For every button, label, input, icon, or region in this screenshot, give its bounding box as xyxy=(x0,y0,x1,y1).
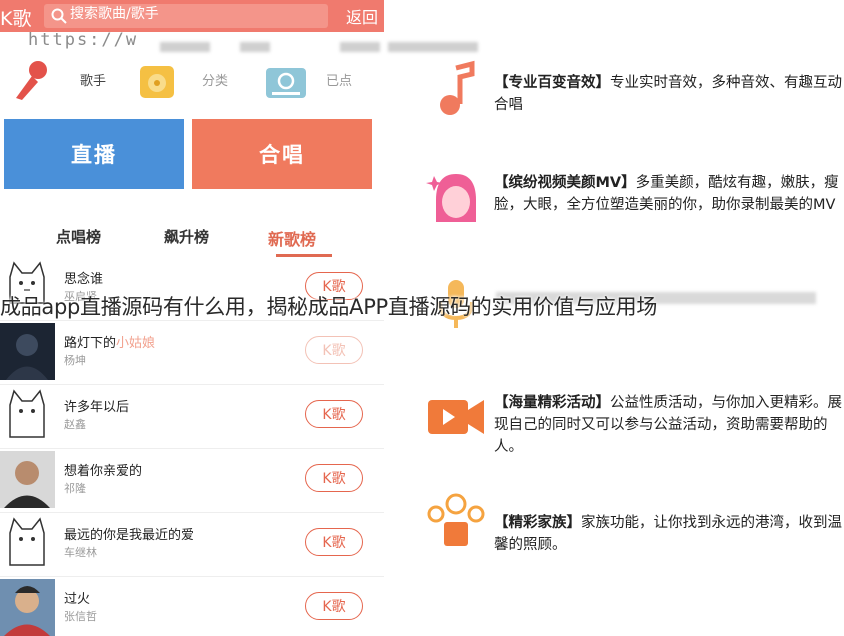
category-queued[interactable]: 已点 xyxy=(254,52,352,108)
category-label: 已点 xyxy=(326,74,353,89)
blur-bar xyxy=(388,42,478,52)
song-row[interactable]: 最远的你是我最近的爱 车继林 K歌 xyxy=(0,512,384,577)
k-song-button[interactable]: K歌 xyxy=(305,592,363,620)
song-title: 最远的你是我最近的爱 xyxy=(64,528,195,543)
singer-name: 杨坤 xyxy=(64,354,86,367)
k-song-button[interactable]: K歌 xyxy=(305,464,363,492)
singer-name: 张信哲 xyxy=(64,610,97,623)
cat-avatar xyxy=(0,387,55,444)
radio-icon xyxy=(266,68,306,98)
singer-name: 祁隆 xyxy=(64,482,86,495)
song-title: 想着你亲爱的 xyxy=(64,464,143,479)
feature-sound-effects: 【专业百变音效】专业实时音效，多种音效、有趣互动合唱 xyxy=(494,72,844,116)
feature-title: 【缤纷视频美颜MV】 xyxy=(494,175,636,191)
microphone-icon xyxy=(16,61,47,100)
vinyl-record-icon xyxy=(140,66,174,98)
feature-title: 【海量精彩活动】 xyxy=(494,395,610,411)
music-note-icon xyxy=(440,60,475,115)
category-singer[interactable]: 歌手 xyxy=(0,52,106,108)
song-row[interactable]: 路灯下的小姑娘 杨坤 K歌 xyxy=(0,320,384,385)
category-label: 歌手 xyxy=(80,74,107,89)
beauty-face-icon xyxy=(426,174,476,222)
song-title: 过火 xyxy=(64,592,91,607)
category-label: 分类 xyxy=(202,74,229,89)
category-genre[interactable]: 分类 xyxy=(130,52,228,108)
song-title: 许多年以后 xyxy=(64,400,130,415)
song-title: 思念谁 xyxy=(64,272,104,287)
search-icon xyxy=(51,8,67,24)
chart-tabs: 点唱榜 飙升榜 新歌榜 xyxy=(0,216,384,258)
tab-rising-chart[interactable]: 飙升榜 xyxy=(164,226,209,247)
feature-video-beauty: 【缤纷视频美颜MV】多重美颜，酷炫有趣，嫩肤，瘦脸，大眼，全方位塑造美丽的你，助… xyxy=(494,172,844,216)
blur-bar xyxy=(160,42,210,52)
live-button[interactable]: 直播 xyxy=(4,119,184,189)
back-button[interactable]: 返回 xyxy=(346,4,378,28)
k-song-button[interactable]: K歌 xyxy=(305,336,363,364)
tab-new-songs[interactable]: 新歌榜 xyxy=(268,226,316,250)
top-bar: K歌 返回 xyxy=(0,0,384,32)
feature-family: 【精彩家族】家族功能，让你找到永远的港湾，收到温馨的照顾。 xyxy=(494,512,844,556)
singer-avatar xyxy=(0,323,55,380)
search-box[interactable] xyxy=(44,4,328,28)
family-group-icon xyxy=(427,493,485,546)
article-title-overlay: 成品app直播源码有什么用，揭秘成品APP直播源码的实用价值与应用场 xyxy=(0,295,658,319)
feature-title: 【精彩家族】 xyxy=(494,515,581,531)
song-row[interactable]: 过火 张信哲 K歌 xyxy=(0,576,384,636)
tab-hot-chart[interactable]: 点唱榜 xyxy=(56,226,101,247)
search-input[interactable] xyxy=(68,5,312,23)
song-title: 路灯下的小姑娘 xyxy=(64,336,156,351)
singer-name: 赵鑫 xyxy=(64,418,86,431)
blur-bar xyxy=(240,42,270,52)
singer-avatar xyxy=(0,451,55,508)
url-watermark: https://w xyxy=(28,30,139,50)
video-camera-icon xyxy=(428,400,484,434)
singer-name: 车继林 xyxy=(64,546,97,559)
cat-avatar xyxy=(0,515,55,572)
mode-label[interactable]: K歌 xyxy=(0,4,31,31)
category-row: 歌手 分类 已点 xyxy=(0,52,384,108)
k-song-button[interactable]: K歌 xyxy=(305,528,363,556)
song-row[interactable]: 许多年以后 赵鑫 K歌 xyxy=(0,384,384,449)
singer-avatar xyxy=(0,579,55,636)
chorus-button[interactable]: 合唱 xyxy=(192,119,372,189)
feature-title: 【专业百变音效】 xyxy=(494,75,610,91)
song-row[interactable]: 想着你亲爱的 祁隆 K歌 xyxy=(0,448,384,513)
k-song-button[interactable]: K歌 xyxy=(305,400,363,428)
feature-activities: 【海量精彩活动】公益性质活动，与你加入更精彩。展现自己的同时又可以参与公益活动，… xyxy=(494,392,844,458)
blur-bar xyxy=(340,42,380,52)
